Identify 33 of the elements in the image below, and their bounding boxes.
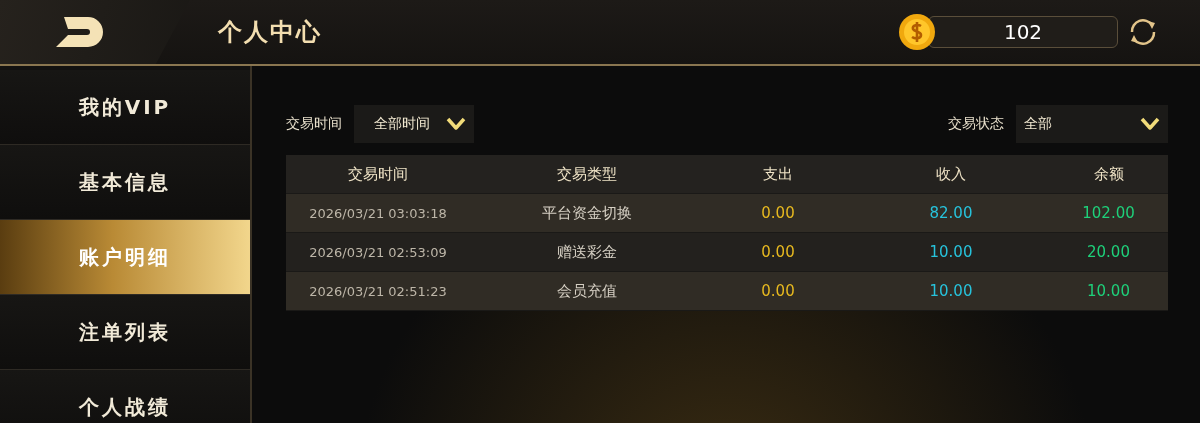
sidebar-item[interactable]: 基本信息 [0, 145, 250, 220]
table-cell-text: 会员充值 [555, 281, 618, 301]
table-cell-text: 2026/03/21 02:51:23 [308, 283, 448, 299]
column-header: 收入 [935, 164, 967, 184]
column-header: 余额 [1092, 164, 1125, 184]
column-header: 交易时间 [347, 164, 409, 184]
table-cell-text: 0.00 [760, 204, 796, 222]
table-cell-text: 平台资金切换 [540, 203, 633, 223]
coin-icon [898, 13, 936, 51]
chevron-down-icon [446, 117, 466, 131]
table-cell-text: 10.00 [928, 282, 974, 300]
table-cell-text: 10.00 [1086, 282, 1131, 300]
table-cell-text: 2026/03/21 02:53:09 [308, 244, 448, 260]
table-cell-text: 0.00 [760, 282, 796, 300]
column-header: 支出 [762, 164, 794, 184]
chevron-down-icon [1140, 117, 1160, 131]
filter-label: 交易时间 [286, 115, 342, 133]
table-cell-text: 102.00 [1081, 204, 1136, 222]
time-dropdown[interactable]: 全部时间 [354, 105, 474, 143]
sidebar-item[interactable]: 注单列表 [0, 295, 250, 370]
table-cell-text: 20.00 [1086, 243, 1131, 261]
table-cell-text: 0.00 [760, 243, 796, 261]
table-cell-text: 2026/03/21 03:03:18 [308, 205, 448, 221]
balance-display: 102 [928, 16, 1118, 48]
table-cell-text: 82.00 [928, 204, 974, 222]
table-cell-text: 10.00 [928, 243, 974, 261]
filter-label: 交易状态 [948, 115, 1004, 133]
sidebar-item[interactable]: 我的VIP [0, 70, 250, 145]
column-header: 交易类型 [555, 164, 618, 184]
page-title: 个人中心 [218, 17, 322, 48]
status-dropdown[interactable]: 全部 [1016, 105, 1168, 143]
table-cell-text: 赠送彩金 [555, 242, 618, 262]
back-logo-icon [54, 15, 106, 49]
